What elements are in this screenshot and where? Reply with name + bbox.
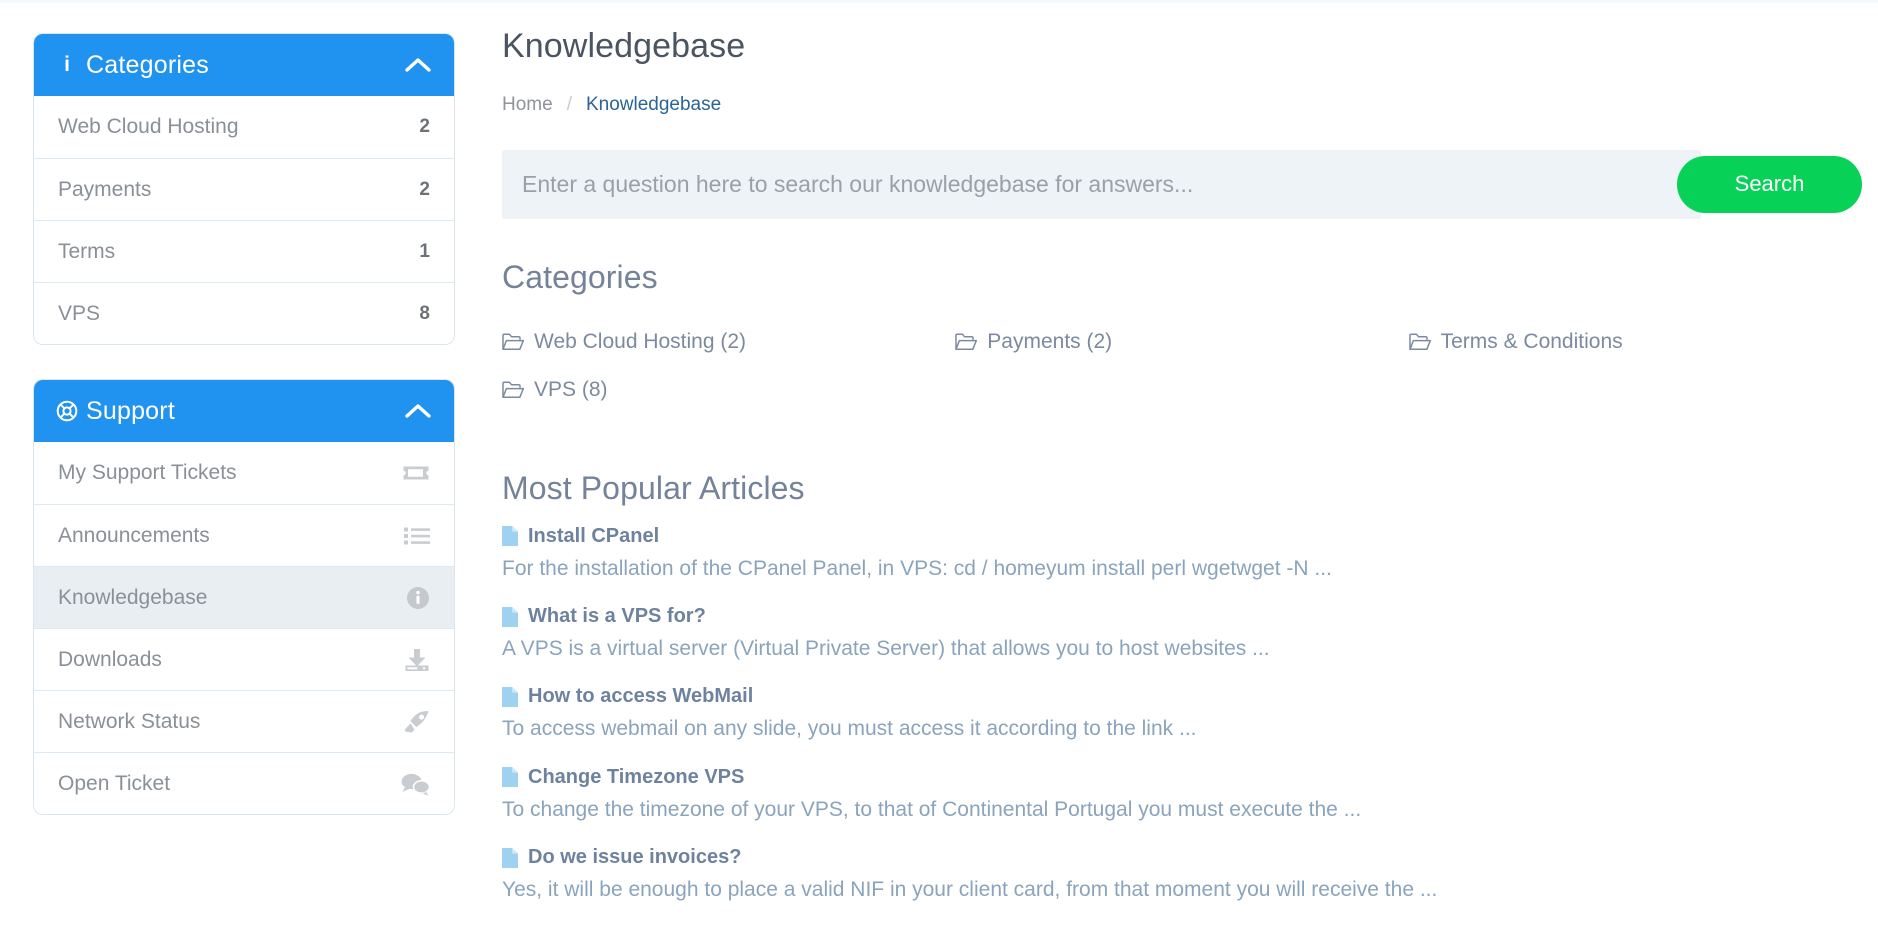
sidebar-item-label: VPS [58, 301, 101, 325]
category-cell: Payments (2) [955, 318, 1408, 366]
sidebar-item-label: Payments [58, 177, 152, 201]
article-item: How to access WebMail To access webmail … [502, 685, 1862, 743]
support-panel-header[interactable]: Support [34, 380, 454, 442]
sidebar-item-open-ticket[interactable]: Open Ticket [34, 752, 454, 814]
article-head: Install CPanel [502, 525, 1862, 548]
chevron-up-icon[interactable] [404, 56, 432, 74]
article-title[interactable]: Do we issue invoices? [528, 846, 741, 869]
sidebar-item-count: 1 [419, 240, 430, 262]
sidebar-item-count: 2 [419, 116, 430, 137]
categories-section-title: Categories [502, 258, 658, 295]
sidebar-item-network-status[interactable]: Network Status [34, 690, 454, 752]
breadcrumb: Home / Knowledgebase [502, 94, 1862, 116]
top-strip [0, 0, 1878, 3]
category-link-terms-conditions[interactable]: Terms & Conditions [1408, 329, 1623, 354]
folder-open-icon [502, 381, 524, 399]
category-cell: Web Cloud Hosting (2) [502, 318, 955, 366]
page-title: Knowledgebase [502, 27, 746, 65]
sidebar-item-vps[interactable]: VPS 8 [34, 282, 454, 344]
sidebar-item-label: My Support Tickets [58, 461, 237, 484]
breadcrumb-home[interactable]: Home [502, 94, 553, 116]
article-item: Do we issue invoices? Yes, it will be en… [502, 846, 1862, 904]
breadcrumb-separator: / [566, 93, 572, 115]
categories-list: Web Cloud Hosting 2 Payments 2 Terms 1 V… [34, 96, 454, 344]
list-icon [396, 526, 430, 546]
file-icon [502, 526, 518, 547]
info-circle-icon [396, 586, 430, 610]
support-list: My Support Tickets Announcements Knowled… [34, 442, 454, 814]
article-item: Change Timezone VPS To change the timezo… [502, 766, 1862, 824]
support-panel: Support My Support Tickets Announcements… [33, 379, 455, 815]
sidebar-item-count: 2 [419, 178, 430, 200]
article-title[interactable]: What is a VPS for? [528, 605, 706, 628]
folder-open-icon [955, 333, 978, 351]
file-icon [502, 686, 518, 707]
sidebar-item-announcements[interactable]: Announcements [34, 504, 454, 566]
category-link-label: Terms & Conditions [1440, 329, 1623, 353]
download-icon [396, 648, 430, 672]
file-icon [502, 847, 518, 868]
rocket-icon [396, 710, 430, 734]
sidebar-item-knowledgebase[interactable]: Knowledgebase [34, 566, 454, 628]
article-title[interactable]: Change Timezone VPS [528, 766, 744, 789]
sidebar-item-web-cloud-hosting[interactable]: Web Cloud Hosting 2 [34, 96, 454, 158]
sidebar: i Categories Web Cloud Hosting 2 Payment… [33, 33, 455, 849]
article-title[interactable]: How to access WebMail [528, 685, 753, 708]
category-link-vps[interactable]: VPS (8) [502, 378, 608, 402]
life-ring-icon [54, 400, 80, 422]
folder-open-icon [502, 333, 524, 351]
article-item: What is a VPS for? A VPS is a virtual se… [502, 605, 1862, 663]
folder-open-icon [1408, 333, 1431, 351]
search-input[interactable] [502, 149, 1701, 219]
knowledgebase-page: i Categories Web Cloud Hosting 2 Payment… [0, 0, 1878, 936]
sidebar-item-label: Announcements [58, 523, 210, 547]
sidebar-item-label: Web Cloud Hosting [58, 115, 239, 138]
categories-panel: i Categories Web Cloud Hosting 2 Payment… [33, 33, 455, 345]
sidebar-item-my-support-tickets[interactable]: My Support Tickets [34, 442, 454, 504]
search-bar: Search [502, 149, 1862, 219]
article-snippet: To change the timezone of your VPS, to t… [502, 797, 1362, 821]
categories-panel-header[interactable]: i Categories [34, 34, 454, 96]
article-snippet: For the installation of the CPanel Panel… [502, 556, 1332, 580]
article-title[interactable]: Install CPanel [528, 525, 659, 548]
article-head: Do we issue invoices? [502, 846, 1862, 869]
article-snippet: To access webmail on any slide, you must… [502, 717, 1197, 741]
sidebar-item-count: 8 [419, 302, 430, 324]
sidebar-item-label: Network Status [58, 709, 201, 733]
sidebar-item-label: Terms [58, 239, 116, 263]
category-cell: Terms & Conditions [1408, 318, 1862, 366]
article-snippet: A VPS is a virtual server (Virtual Priva… [502, 637, 1270, 661]
file-icon [502, 606, 518, 627]
category-link-label: Payments (2) [987, 329, 1113, 353]
file-icon [502, 767, 518, 788]
search-button[interactable]: Search [1677, 155, 1862, 213]
sidebar-item-label: Downloads [58, 647, 162, 671]
support-panel-title: Support [86, 396, 175, 425]
categories-grid: Web Cloud Hosting (2) Payments (2) Terms… [502, 318, 1862, 414]
category-link-web-cloud-hosting[interactable]: Web Cloud Hosting (2) [502, 330, 746, 354]
article-head: What is a VPS for? [502, 605, 1862, 628]
article-head: How to access WebMail [502, 685, 1862, 708]
sidebar-item-payments[interactable]: Payments 2 [34, 158, 454, 220]
breadcrumb-current[interactable]: Knowledgebase [586, 94, 721, 116]
category-cell: VPS (8) [502, 366, 955, 414]
article-item: Install CPanel For the installation of t… [502, 525, 1862, 583]
sidebar-item-terms[interactable]: Terms 1 [34, 220, 454, 282]
article-head: Change Timezone VPS [502, 766, 1862, 789]
category-link-label: VPS (8) [534, 377, 608, 401]
sidebar-item-label: Open Ticket [58, 771, 171, 795]
popular-articles-list: Install CPanel For the installation of t… [502, 525, 1862, 905]
sidebar-item-label: Knowledgebase [58, 585, 208, 609]
popular-articles-title: Most Popular Articles [502, 469, 805, 506]
category-link-label: Web Cloud Hosting (2) [534, 329, 747, 353]
info-icon: i [64, 53, 70, 76]
main-content: Knowledgebase Home / Knowledgebase Searc… [502, 26, 1862, 927]
chevron-up-icon[interactable] [404, 402, 432, 420]
ticket-icon [396, 463, 430, 483]
sidebar-item-downloads[interactable]: Downloads [34, 628, 454, 690]
article-snippet: Yes, it will be enough to place a valid … [502, 878, 1438, 902]
category-link-payments[interactable]: Payments (2) [955, 330, 1112, 354]
comments-icon [396, 772, 430, 796]
categories-panel-title: Categories [86, 50, 209, 79]
